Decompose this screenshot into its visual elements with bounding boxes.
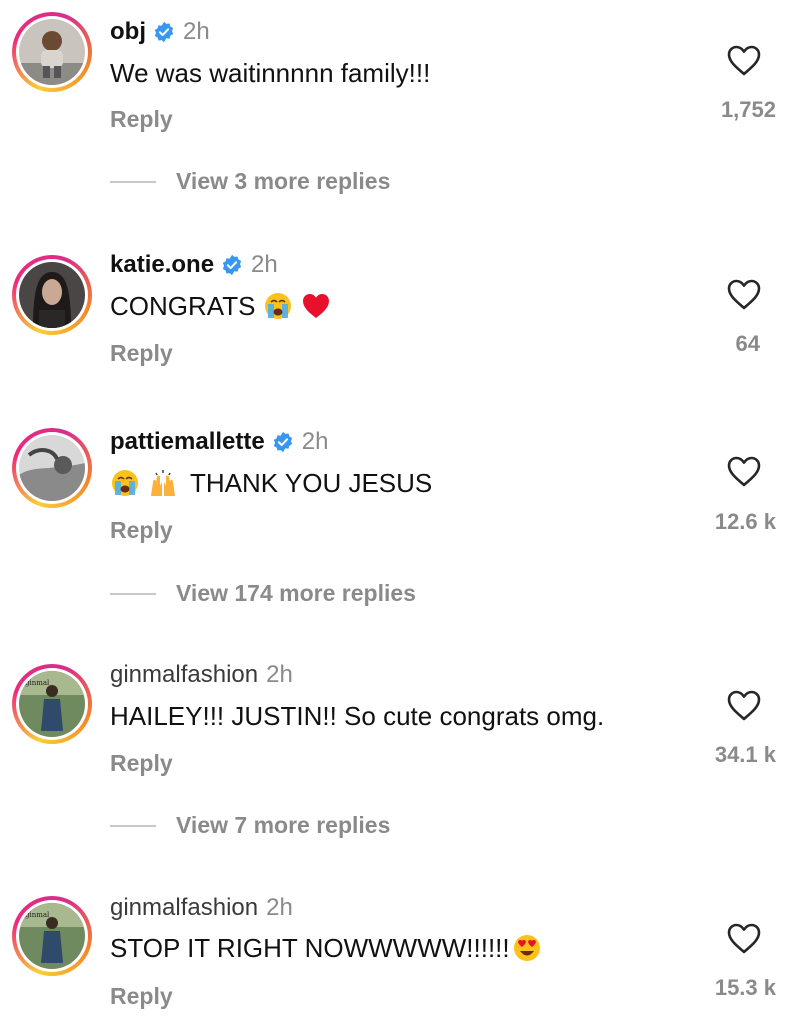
avatar[interactable]	[19, 262, 85, 328]
like-count: 12.6 k	[714, 509, 776, 534]
heart-eyes-face-icon	[513, 935, 540, 961]
like-count: 34.1 k	[714, 742, 776, 767]
like-count: 64	[735, 331, 760, 356]
comment-text: CONGRATS	[110, 289, 333, 323]
comment-time: 2h	[266, 661, 293, 688]
comment-time: 2h	[183, 18, 210, 45]
reply-button[interactable]: Reply	[110, 517, 173, 544]
username[interactable]: pattiemallette	[110, 427, 265, 457]
avatar[interactable]: ginmal	[19, 903, 85, 969]
view-replies-divider	[110, 592, 156, 595]
heart-icon[interactable]	[726, 455, 762, 487]
comment-header: ginmalfashion 2h	[110, 660, 293, 690]
comment-text-body: We was waitinnnnn family!!!	[110, 58, 431, 88]
verified-badge-icon	[273, 431, 292, 453]
verified-badge-icon	[222, 254, 242, 276]
view-replies-button[interactable]: View 174 more replies	[110, 580, 416, 607]
heart-icon[interactable]	[726, 922, 762, 954]
crying-face-icon	[265, 293, 292, 319]
username[interactable]: katie.one	[110, 250, 214, 280]
comment-header: katie.one 2h	[110, 250, 278, 280]
heart-icon[interactable]	[726, 689, 762, 721]
story-ring[interactable]	[12, 255, 92, 335]
comment-text-body: THANK YOU JESUS	[190, 468, 433, 498]
crying-face-icon	[112, 470, 138, 496]
view-replies-button[interactable]: View 3 more replies	[110, 168, 390, 195]
reply-button[interactable]: Reply	[110, 750, 173, 777]
view-replies-label: View 174 more replies	[176, 580, 416, 606]
story-ring[interactable]	[12, 12, 92, 92]
username[interactable]: ginmalfashion	[110, 660, 258, 690]
comment-text: HAILEY!!! JUSTIN!! So cute congrats omg.	[110, 699, 604, 733]
red-heart-icon	[303, 294, 330, 318]
comment-text: We was waitinnnnn family!!!	[110, 56, 430, 90]
comment-text-body: HAILEY!!! JUSTIN!! So cute congrats omg.	[110, 701, 605, 731]
story-ring[interactable]	[12, 428, 92, 508]
view-replies-divider	[110, 824, 156, 827]
comment-time: 2h	[301, 428, 329, 455]
heart-icon[interactable]	[726, 44, 762, 76]
comment-text-body: CONGRATS	[110, 291, 256, 321]
reply-button[interactable]: Reply	[110, 983, 173, 1010]
comment-header: pattiemallette 2h	[110, 427, 328, 457]
comment-header: ginmalfashion 2h	[110, 893, 293, 923]
view-replies-label: View 3 more replies	[176, 168, 391, 194]
avatar[interactable]	[19, 435, 85, 501]
story-ring[interactable]: ginmal	[12, 896, 92, 976]
username[interactable]: ginmalfashion	[110, 893, 258, 923]
story-ring[interactable]: ginmal	[12, 664, 92, 744]
comment-text: THANK YOU JESUS	[110, 466, 432, 500]
comment-time: 2h	[251, 251, 278, 278]
view-replies-button[interactable]: View 7 more replies	[110, 812, 390, 839]
raising-hands-icon	[151, 470, 175, 496]
view-replies-label: View 7 more replies	[176, 812, 391, 838]
avatar[interactable]: ginmal	[19, 671, 85, 737]
comment-text: STOP IT RIGHT NOWWWWW!!!!!!	[110, 931, 544, 965]
comment-time: 2h	[266, 894, 293, 921]
verified-badge-icon	[154, 21, 174, 43]
like-count: 1,752	[720, 97, 776, 122]
reply-button[interactable]: Reply	[110, 340, 173, 367]
like-count: 15.3 k	[714, 975, 776, 1000]
view-replies-divider	[110, 180, 156, 183]
svg-text:ginmal: ginmal	[25, 679, 50, 687]
avatar[interactable]	[19, 19, 85, 85]
svg-text:ginmal: ginmal	[25, 911, 50, 919]
comment-header: obj 2h	[110, 17, 210, 47]
reply-button[interactable]: Reply	[110, 106, 173, 133]
comment-text-body: STOP IT RIGHT NOWWWWW!!!!!!	[110, 933, 510, 963]
username[interactable]: obj	[110, 17, 146, 47]
heart-icon[interactable]	[726, 278, 762, 310]
